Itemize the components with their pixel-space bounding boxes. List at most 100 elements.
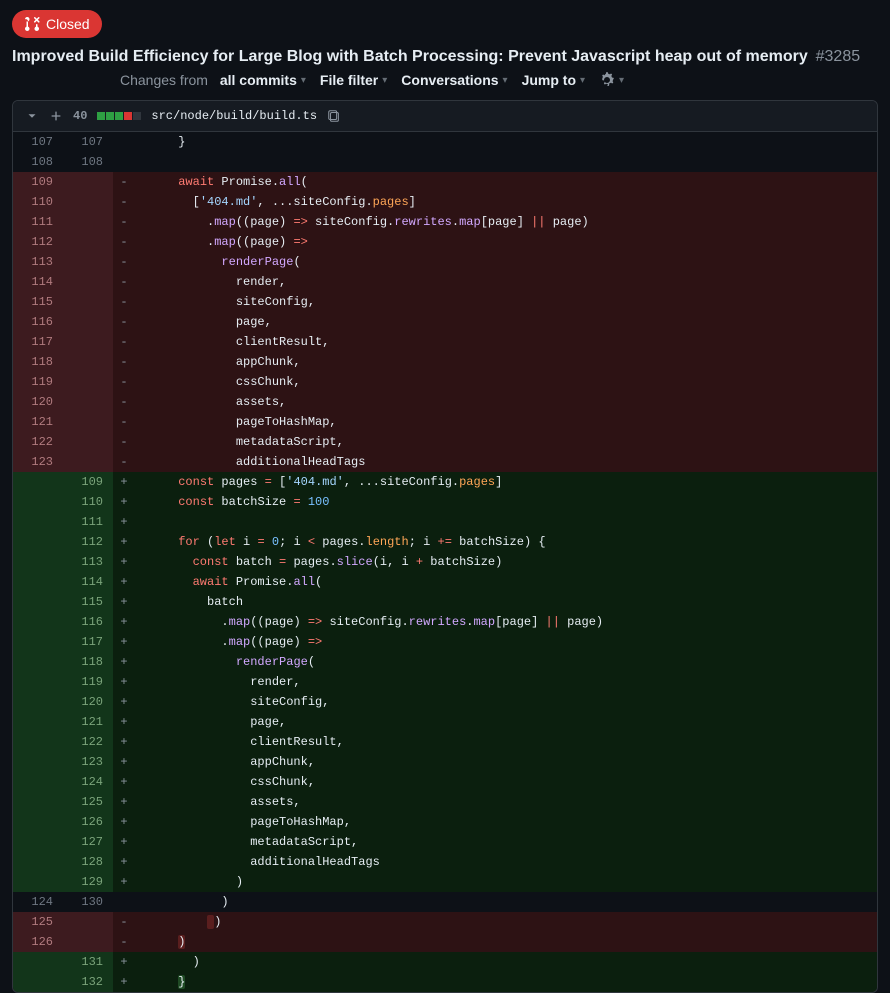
code-cell[interactable]: renderPage(: [135, 252, 877, 272]
code-cell[interactable]: await Promise.all(: [135, 572, 877, 592]
code-cell[interactable]: siteConfig,: [135, 292, 877, 312]
line-number-old[interactable]: [13, 852, 63, 872]
line-number-new[interactable]: 114: [63, 572, 113, 592]
line-number-new[interactable]: [63, 312, 113, 332]
line-number-new[interactable]: 132: [63, 972, 113, 992]
diff-line[interactable]: 127+ metadataScript,: [13, 832, 877, 852]
diff-line[interactable]: 118- appChunk,: [13, 352, 877, 372]
copy-icon[interactable]: [327, 109, 341, 123]
diff-line[interactable]: 122+ clientResult,: [13, 732, 877, 752]
line-number-new[interactable]: 131: [63, 952, 113, 972]
line-number-new[interactable]: 128: [63, 852, 113, 872]
diff-line[interactable]: 122- metadataScript,: [13, 432, 877, 452]
changes-from-dropdown[interactable]: Changes from all commits ▾: [120, 72, 306, 88]
line-number-old[interactable]: 116: [13, 312, 63, 332]
pr-title[interactable]: Improved Build Efficiency for Large Blog…: [12, 48, 808, 65]
chevron-down-icon[interactable]: [25, 109, 39, 123]
code-cell[interactable]: ['404.md', ...siteConfig.pages]: [135, 192, 877, 212]
line-number-new[interactable]: [63, 272, 113, 292]
diff-line[interactable]: 118+ renderPage(: [13, 652, 877, 672]
code-cell[interactable]: appChunk,: [135, 752, 877, 772]
line-number-old[interactable]: [13, 632, 63, 652]
code-cell[interactable]: .map((page) => siteConfig.rewrites.map[p…: [135, 612, 877, 632]
diff-line[interactable]: 119+ render,: [13, 672, 877, 692]
line-number-new[interactable]: 115: [63, 592, 113, 612]
line-number-old[interactable]: 123: [13, 452, 63, 472]
line-number-new[interactable]: [63, 192, 113, 212]
file-path[interactable]: src/node/build/build.ts: [151, 109, 317, 123]
line-number-old[interactable]: 121: [13, 412, 63, 432]
code-cell[interactable]: [135, 152, 877, 172]
diff-line[interactable]: 116+ .map((page) => siteConfig.rewrites.…: [13, 612, 877, 632]
line-number-old[interactable]: [13, 732, 63, 752]
code-cell[interactable]: ): [135, 932, 877, 952]
diff-line[interactable]: 108108: [13, 152, 877, 172]
line-number-new[interactable]: [63, 252, 113, 272]
diff-line[interactable]: 126+ pageToHashMap,: [13, 812, 877, 832]
line-number-old[interactable]: 115: [13, 292, 63, 312]
code-cell[interactable]: [135, 512, 877, 532]
line-number-new[interactable]: 123: [63, 752, 113, 772]
file-filter-dropdown[interactable]: File filter ▾: [320, 72, 387, 88]
code-cell[interactable]: .map((page) =>: [135, 232, 877, 252]
diff-line[interactable]: 113+ const batch = pages.slice(i, i + ba…: [13, 552, 877, 572]
diff-line[interactable]: 121+ page,: [13, 712, 877, 732]
line-number-new[interactable]: [63, 412, 113, 432]
code-cell[interactable]: render,: [135, 672, 877, 692]
code-cell[interactable]: const batchSize = 100: [135, 492, 877, 512]
code-cell[interactable]: const pages = ['404.md', ...siteConfig.p…: [135, 472, 877, 492]
line-number-old[interactable]: [13, 592, 63, 612]
line-number-old[interactable]: 113: [13, 252, 63, 272]
code-cell[interactable]: page,: [135, 712, 877, 732]
line-number-new[interactable]: 112: [63, 532, 113, 552]
line-number-new[interactable]: [63, 372, 113, 392]
code-cell[interactable]: pageToHashMap,: [135, 412, 877, 432]
line-number-new[interactable]: 129: [63, 872, 113, 892]
code-cell[interactable]: additionalHeadTags: [135, 852, 877, 872]
line-number-old[interactable]: [13, 752, 63, 772]
code-cell[interactable]: clientResult,: [135, 732, 877, 752]
diff-line[interactable]: 125- ): [13, 912, 877, 932]
line-number-old[interactable]: [13, 972, 63, 992]
line-number-old[interactable]: 109: [13, 172, 63, 192]
line-number-new[interactable]: [63, 392, 113, 412]
code-cell[interactable]: ): [135, 892, 877, 912]
code-cell[interactable]: page,: [135, 312, 877, 332]
code-cell[interactable]: renderPage(: [135, 652, 877, 672]
line-number-old[interactable]: [13, 652, 63, 672]
code-cell[interactable]: cssChunk,: [135, 372, 877, 392]
line-number-old[interactable]: 112: [13, 232, 63, 252]
diff-line[interactable]: 115+ batch: [13, 592, 877, 612]
line-number-new[interactable]: [63, 332, 113, 352]
diff-line[interactable]: 123- additionalHeadTags: [13, 452, 877, 472]
code-cell[interactable]: ): [135, 872, 877, 892]
line-number-old[interactable]: 117: [13, 332, 63, 352]
line-number-new[interactable]: [63, 432, 113, 452]
line-number-old[interactable]: 110: [13, 192, 63, 212]
code-cell[interactable]: pageToHashMap,: [135, 812, 877, 832]
conversations-dropdown[interactable]: Conversations ▾: [401, 72, 507, 88]
line-number-new[interactable]: 119: [63, 672, 113, 692]
line-number-new[interactable]: 108: [63, 152, 113, 172]
line-number-new[interactable]: [63, 932, 113, 952]
code-cell[interactable]: metadataScript,: [135, 832, 877, 852]
line-number-new[interactable]: 113: [63, 552, 113, 572]
line-number-old[interactable]: [13, 472, 63, 492]
diff-line[interactable]: 119- cssChunk,: [13, 372, 877, 392]
diff-line[interactable]: 116- page,: [13, 312, 877, 332]
code-cell[interactable]: clientResult,: [135, 332, 877, 352]
line-number-new[interactable]: 117: [63, 632, 113, 652]
diff-line[interactable]: 113- renderPage(: [13, 252, 877, 272]
line-number-old[interactable]: 108: [13, 152, 63, 172]
line-number-new[interactable]: 126: [63, 812, 113, 832]
diff-line[interactable]: 132+ }: [13, 972, 877, 992]
diff-line[interactable]: 129+ ): [13, 872, 877, 892]
diff-line[interactable]: 112- .map((page) =>: [13, 232, 877, 252]
line-number-old[interactable]: [13, 772, 63, 792]
diff-line[interactable]: 120+ siteConfig,: [13, 692, 877, 712]
line-number-old[interactable]: 119: [13, 372, 63, 392]
line-number-old[interactable]: 120: [13, 392, 63, 412]
line-number-old[interactable]: [13, 872, 63, 892]
code-cell[interactable]: ): [135, 912, 877, 932]
line-number-old[interactable]: 124: [13, 892, 63, 912]
